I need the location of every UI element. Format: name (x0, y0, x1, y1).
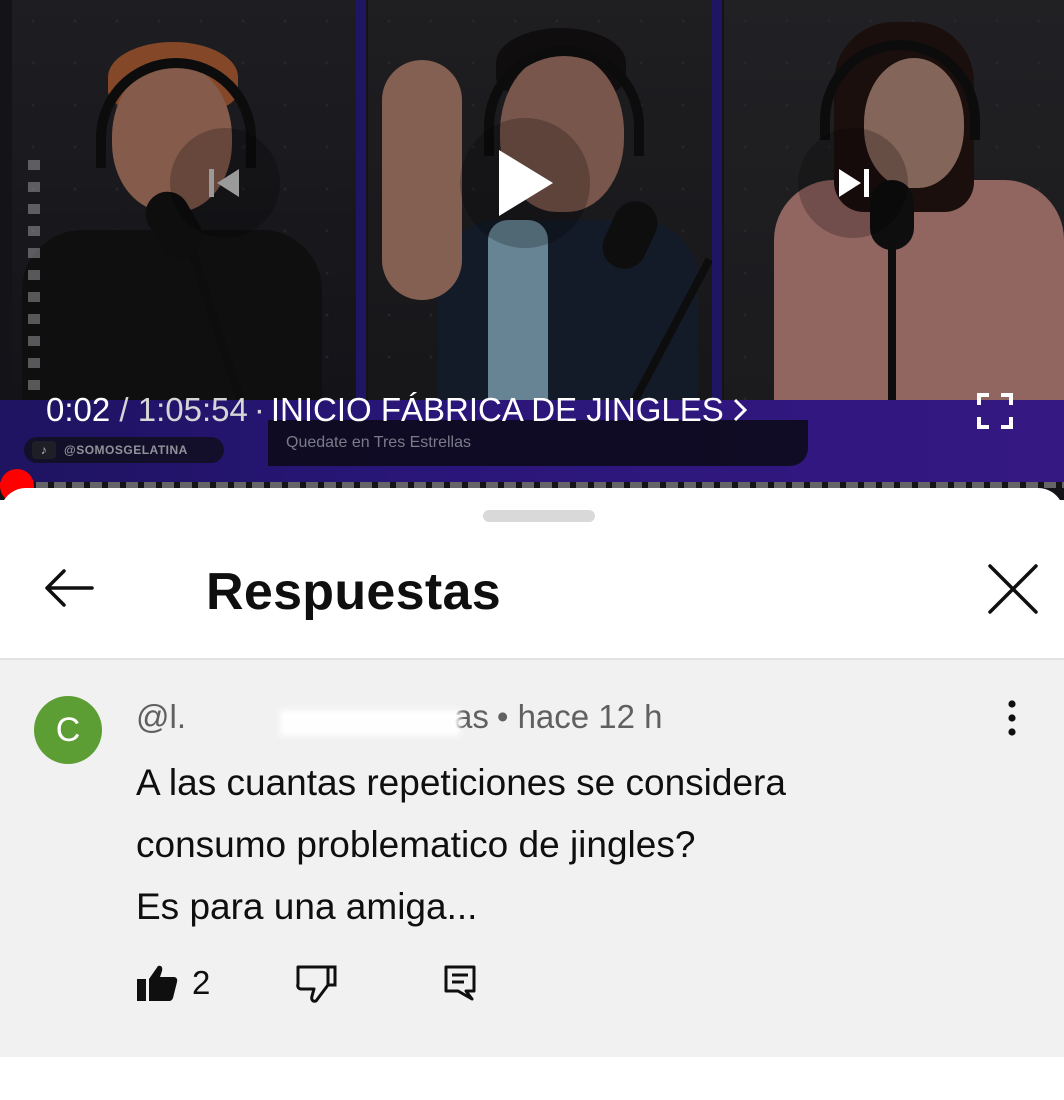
avatar[interactable]: C (34, 696, 102, 764)
skip-previous-icon (209, 169, 239, 197)
reply-button[interactable] (440, 963, 480, 1003)
comment-time: • hace 12 h (496, 698, 663, 735)
close-button[interactable] (982, 558, 1044, 620)
close-icon (988, 564, 1038, 614)
like-count: 2 (192, 964, 211, 1001)
next-button[interactable] (798, 128, 908, 238)
chapter-title: INICIO FÁBRICA DE JINGLES (270, 391, 724, 428)
play-icon (499, 150, 553, 216)
previous-button[interactable] (170, 128, 280, 238)
play-button[interactable] (460, 118, 590, 248)
fullscreen-button[interactable] (976, 392, 1014, 430)
back-button[interactable] (40, 558, 100, 618)
like-button[interactable]: 2 (136, 964, 210, 1002)
comment-line: A las cuantas repeticiones se considera (136, 762, 786, 803)
chapter-bullet: · (253, 391, 265, 428)
time-separator: / (110, 391, 138, 428)
more-vertical-icon (1008, 700, 1016, 736)
sheet-title: Respuestas (206, 563, 501, 621)
time-display: 0:02 / 1:05:54 · INICIO FÁBRICA DE JINGL… (46, 388, 748, 432)
comment-meta: @l. as • hace 12 h (136, 698, 663, 736)
current-time: 0:02 (46, 391, 111, 428)
author-handle-prefix[interactable]: @l. (136, 698, 186, 736)
fullscreen-icon (977, 393, 1013, 429)
reply-comment-icon (444, 965, 476, 1001)
chevron-right-icon (733, 398, 747, 422)
duration: 1:05:54 (137, 391, 248, 428)
comment-body: A las cuantas repeticiones se considera … (136, 752, 1016, 938)
dislike-button[interactable] (294, 961, 338, 1005)
comment-actions: 2 (136, 958, 480, 1008)
comment-line: consumo problematico de jingles? (136, 824, 696, 865)
thumbs-down-icon (296, 965, 337, 1003)
comment-line: Es para una amiga... (136, 886, 478, 927)
comment-menu-button[interactable] (996, 696, 1028, 740)
comment-item: C @l. as • hace 12 h A las cuantas repet… (0, 660, 1064, 1057)
arrow-back-icon (45, 569, 94, 607)
drag-handle[interactable] (483, 510, 595, 522)
thumbs-up-filled-icon (137, 965, 178, 1001)
video-player[interactable]: Quedate en Tres Estrellas ♪ @SOMOSGELATI… (0, 0, 1064, 500)
skip-next-icon (839, 169, 869, 197)
chapter-button[interactable]: INICIO FÁBRICA DE JINGLES (271, 391, 748, 429)
redacted-handle (190, 704, 450, 730)
replies-sheet: Respuestas C @l. as • hace 12 h A las cu… (0, 488, 1064, 1100)
